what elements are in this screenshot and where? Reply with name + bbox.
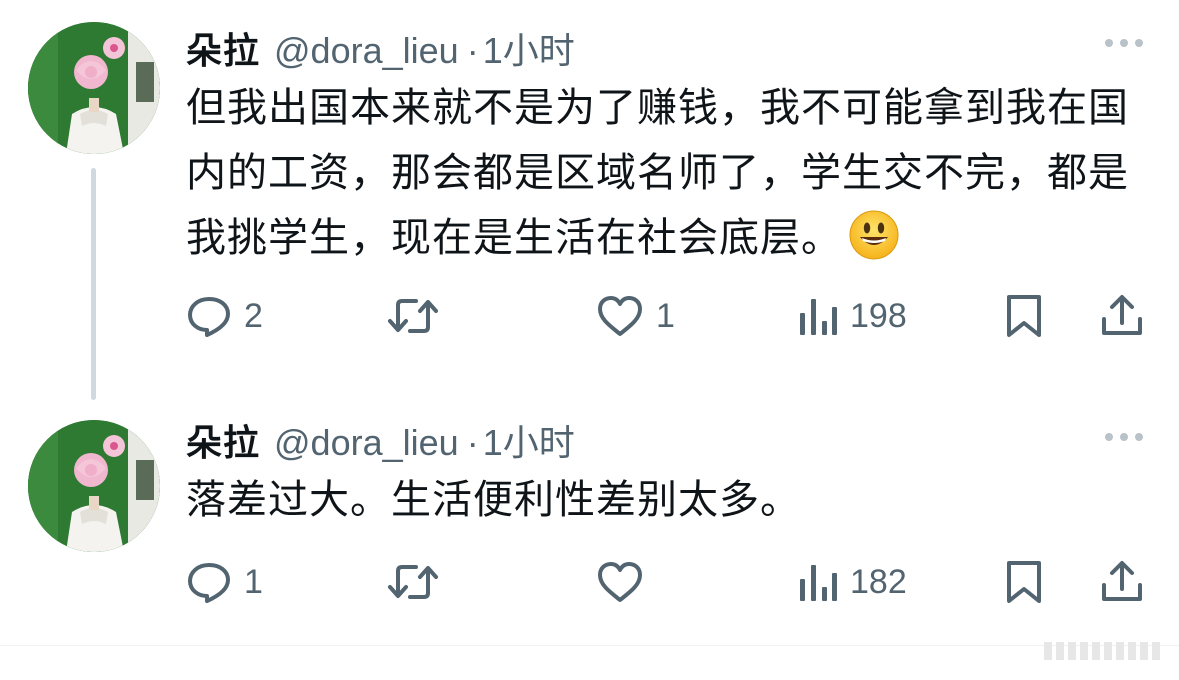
reply-button[interactable]: 2 xyxy=(186,288,263,344)
grinning-face-emoji xyxy=(849,210,899,260)
reply-count: 2 xyxy=(244,296,263,335)
avatar-image xyxy=(28,22,160,154)
tweet-text: 落差过大。生活便利性差别太多。 xyxy=(186,468,1146,533)
tweet-header: 朵拉 @dora_lieu · 1小时 xyxy=(186,414,575,464)
display-name[interactable]: 朵拉 xyxy=(186,414,260,466)
share-icon xyxy=(1102,295,1142,335)
avatar-image xyxy=(28,420,160,552)
handle[interactable]: @dora_lieu xyxy=(274,422,459,464)
like-count: 1 xyxy=(656,296,675,335)
tweet[interactable]: 朵拉 @dora_lieu · 1小时 但我出国本来就不是为了赚钱，我不可能拿到… xyxy=(0,0,1179,400)
view-count: 198 xyxy=(850,296,907,335)
view-count: 182 xyxy=(850,562,907,601)
like-button[interactable] xyxy=(596,554,656,610)
display-name[interactable]: 朵拉 xyxy=(186,22,260,74)
share-icon xyxy=(1102,561,1142,601)
action-bar: 2 1 198 xyxy=(186,288,1150,344)
avatar[interactable] xyxy=(28,420,160,552)
avatar[interactable] xyxy=(28,22,160,154)
tweet-text-content: 落差过大。生活便利性差别太多。 xyxy=(186,477,801,523)
retweet-icon xyxy=(388,299,438,333)
separator-dot: · xyxy=(466,30,479,71)
reply-count: 1 xyxy=(244,562,263,601)
retweet-button[interactable] xyxy=(386,288,452,344)
heart-icon xyxy=(598,296,642,336)
reply-icon xyxy=(188,297,230,337)
bookmark-button[interactable] xyxy=(1004,288,1044,344)
more-icon[interactable] xyxy=(1105,432,1143,442)
action-bar: 1 182 xyxy=(186,554,1150,610)
watermark xyxy=(940,638,1160,664)
views-button[interactable]: 198 xyxy=(798,288,907,344)
tweet-text: 但我出国本来就不是为了赚钱，我不可能拿到我在国内的工资，那会都是区域名师了，学生… xyxy=(186,76,1146,271)
like-button[interactable]: 1 xyxy=(596,288,675,344)
bookmark-button[interactable] xyxy=(1004,554,1044,610)
tweet-text-content: 但我出国本来就不是为了赚钱，我不可能拿到我在国内的工资，那会都是区域名师了，学生… xyxy=(186,85,1129,261)
bookmark-icon xyxy=(1007,561,1041,603)
tweet[interactable]: 朵拉 @dora_lieu · 1小时 落差过大。生活便利性差别太多。 1 18… xyxy=(0,390,1179,630)
retweet-button[interactable] xyxy=(386,554,452,610)
reply-icon xyxy=(188,563,230,603)
share-button[interactable] xyxy=(1100,288,1144,344)
timestamp[interactable]: 1小时 xyxy=(483,414,575,466)
share-button[interactable] xyxy=(1100,554,1144,610)
timestamp[interactable]: 1小时 xyxy=(483,22,575,74)
reply-button[interactable]: 1 xyxy=(186,554,263,610)
handle[interactable]: @dora_lieu xyxy=(274,30,459,72)
tweet-header: 朵拉 @dora_lieu · 1小时 xyxy=(186,22,575,72)
separator-dot: · xyxy=(466,422,479,463)
retweet-icon xyxy=(388,565,438,599)
views-icon xyxy=(800,299,837,335)
thread-line xyxy=(91,168,96,400)
views-icon xyxy=(800,565,837,601)
more-icon[interactable] xyxy=(1105,38,1143,48)
bookmark-icon xyxy=(1007,295,1041,337)
views-button[interactable]: 182 xyxy=(798,554,907,610)
heart-icon xyxy=(598,562,642,602)
